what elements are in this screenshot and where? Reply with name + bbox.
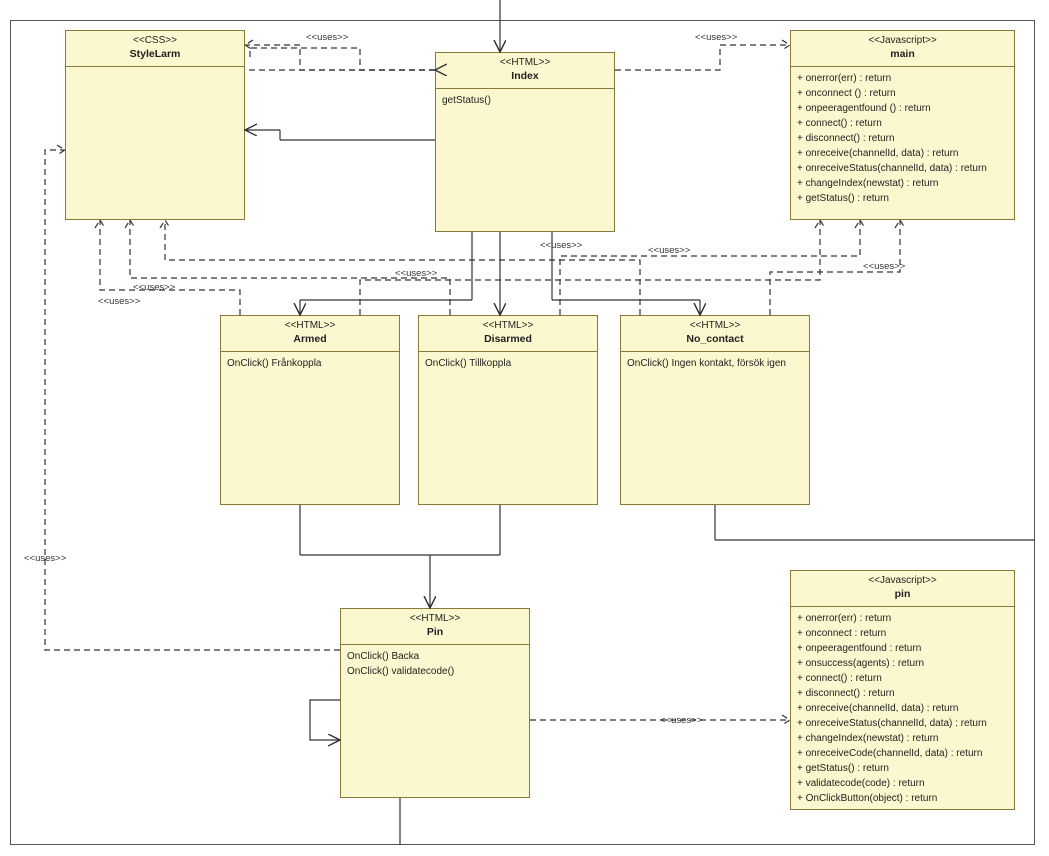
stereotype: <<HTML>>	[343, 613, 527, 624]
class-body: OnClick() Frånkoppla	[221, 352, 399, 375]
stereotype: <<Javascript>>	[793, 575, 1012, 586]
member: + connect() : return	[797, 116, 1008, 131]
stereotype: <<HTML>>	[623, 320, 807, 331]
stereotype: <<HTML>>	[223, 320, 397, 331]
class-header: <<HTML>> Armed	[221, 316, 399, 352]
class-name: Pin	[343, 626, 527, 638]
class-armed: <<HTML>> Armed OnClick() Frånkoppla	[220, 315, 400, 505]
member: + getStatus() : return	[797, 191, 1008, 206]
uses-label: <<uses>>	[648, 245, 690, 256]
class-name: No_contact	[623, 333, 807, 345]
member: OnClick() Backa	[347, 649, 523, 664]
member: + onpeeragentfound : return	[797, 641, 1008, 656]
member: + onerror(err) : return	[797, 71, 1008, 86]
member: + changeIndex(newstat) : return	[797, 176, 1008, 191]
member: + onconnect () : return	[797, 86, 1008, 101]
member: + validatecode(code) : return	[797, 776, 1008, 791]
stereotype: <<CSS>>	[68, 35, 242, 46]
member: + disconnect() : return	[797, 686, 1008, 701]
class-body: OnClick() Tillkoppla	[419, 352, 597, 375]
class-name: pin	[793, 588, 1012, 600]
member: + onpeeragentfound () : return	[797, 101, 1008, 116]
class-header: <<Javascript>> pin	[791, 571, 1014, 607]
uses-label: <<uses>>	[863, 261, 905, 272]
uses-label: <<uses>>	[133, 282, 175, 293]
member: + getStatus() : return	[797, 761, 1008, 776]
class-header: <<HTML>> Index	[436, 53, 614, 89]
member: + onconnect : return	[797, 626, 1008, 641]
class-pinjs: <<Javascript>> pin + onerror(err) : retu…	[790, 570, 1015, 810]
member: + onreceiveStatus(channelId, data) : ret…	[797, 161, 1008, 176]
member: + changeIndex(newstat) : return	[797, 731, 1008, 746]
uses-label: <<uses>>	[660, 715, 702, 726]
stereotype: <<HTML>>	[438, 57, 612, 68]
member: + onreceiveCode(channelId, data) : retur…	[797, 746, 1008, 761]
member: OnClick() Frånkoppla	[227, 356, 393, 371]
class-header: <<HTML>> No_contact	[621, 316, 809, 352]
class-body: + onerror(err) : return+ onconnect () : …	[791, 67, 1014, 210]
class-name: Disarmed	[421, 333, 595, 345]
class-name: StyleLarm	[68, 48, 242, 60]
class-index: <<HTML>> Index getStatus()	[435, 52, 615, 232]
class-main: <<Javascript>> main + onerror(err) : ret…	[790, 30, 1015, 220]
class-header: <<HTML>> Disarmed	[419, 316, 597, 352]
uses-label: <<uses>>	[695, 32, 737, 43]
class-body: + onerror(err) : return+ onconnect : ret…	[791, 607, 1014, 810]
uses-label: <<uses>>	[98, 296, 140, 307]
class-header: <<CSS>> StyleLarm	[66, 31, 244, 67]
member: + onreceive(channelId, data) : return	[797, 701, 1008, 716]
member: + onreceive(channelId, data) : return	[797, 146, 1008, 161]
member: + onsuccess(agents) : return	[797, 656, 1008, 671]
class-body: OnClick() BackaOnClick() validatecode()	[341, 645, 529, 683]
stereotype: <<Javascript>>	[793, 35, 1012, 46]
uses-label: <<uses>>	[540, 240, 582, 251]
class-body	[66, 67, 244, 75]
class-name: main	[793, 48, 1012, 60]
uses-label: <<uses>>	[395, 268, 437, 279]
uses-label: <<uses>>	[306, 32, 348, 43]
stereotype: <<HTML>>	[421, 320, 595, 331]
member: + onerror(err) : return	[797, 611, 1008, 626]
class-body: getStatus()	[436, 89, 614, 112]
member: OnClick() validatecode()	[347, 664, 523, 679]
class-disarmed: <<HTML>> Disarmed OnClick() Tillkoppla	[418, 315, 598, 505]
member: OnClick() Ingen kontakt, försök igen	[627, 356, 803, 371]
member: + OnClickButton(object) : return	[797, 791, 1008, 806]
class-nocontact: <<HTML>> No_contact OnClick() Ingen kont…	[620, 315, 810, 505]
member: + connect() : return	[797, 671, 1008, 686]
class-body: OnClick() Ingen kontakt, försök igen	[621, 352, 809, 375]
uses-label: <<uses>>	[24, 553, 66, 564]
member: + disconnect() : return	[797, 131, 1008, 146]
member: getStatus()	[442, 93, 608, 108]
class-name: Index	[438, 70, 612, 82]
class-header: <<HTML>> Pin	[341, 609, 529, 645]
member: OnClick() Tillkoppla	[425, 356, 591, 371]
class-pin: <<HTML>> Pin OnClick() BackaOnClick() va…	[340, 608, 530, 798]
class-header: <<Javascript>> main	[791, 31, 1014, 67]
member: + onreceiveStatus(channelId, data) : ret…	[797, 716, 1008, 731]
class-name: Armed	[223, 333, 397, 345]
class-stylelarm: <<CSS>> StyleLarm	[65, 30, 245, 220]
